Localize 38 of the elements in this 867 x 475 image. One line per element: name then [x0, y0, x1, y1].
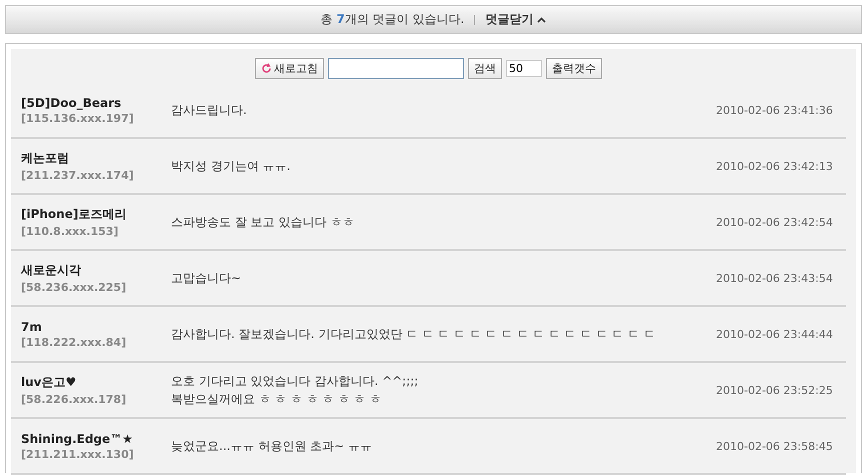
close-comments-button[interactable]: 덧글닫기 — [485, 11, 546, 28]
comment-time: 2010-02-06 23:44:44 — [716, 328, 834, 340]
comment-ip: [211.211.xxx.130] — [21, 448, 135, 460]
comment-author: 케논포럼 — [21, 150, 70, 167]
comment-text: 오호 기다리고 있었습니다 감사합니다. ^^;;;; — [171, 372, 420, 390]
page-size-button[interactable]: 출력갯수 — [546, 58, 602, 79]
comment-text: 늦었군요...ㅠㅠ 허용인원 초과~ ㅠㅠ — [171, 438, 373, 454]
comment-ip: [110.8.xxx.153] — [21, 225, 120, 238]
comment-ip: [58.226.xxx.178] — [21, 393, 128, 406]
caret-icon — [537, 16, 546, 22]
comment-time: 2010-02-06 23:43:54 — [716, 272, 834, 284]
comment-text: 스파방송도 잘 보고 있습니다 ㅎㅎ — [171, 214, 356, 230]
comment-time: 2010-02-06 23:58:45 — [716, 440, 834, 452]
search-field[interactable] — [328, 58, 464, 79]
comment-author: [iPhone]로즈메리 — [21, 206, 128, 223]
comment-ip: [211.237.xxx.174] — [21, 169, 135, 182]
comment-text: 박지성 경기는여 ㅠㅠ. — [171, 158, 292, 174]
comment-author: Shining.Edge™★ — [21, 432, 134, 446]
comment-text: 감사드립니다. — [171, 102, 248, 118]
comment-ip: [118.222.xxx.84] — [21, 336, 128, 348]
refresh-icon — [261, 63, 272, 74]
comment-time: 2010-02-06 23:41:36 — [716, 104, 834, 116]
comment-author: 7m — [21, 320, 43, 334]
search-button[interactable]: 검색 — [468, 58, 502, 79]
refresh-button[interactable]: 새로고침 — [255, 58, 324, 79]
comment-time: 2010-02-06 23:52:25 — [716, 384, 834, 396]
page-size-field[interactable]: 50 — [506, 60, 542, 77]
comment-author: luv은고♥ — [21, 374, 78, 391]
comment-text: 고맙습니다~ — [171, 270, 242, 286]
comment-author: 새로운시각 — [21, 262, 82, 279]
comment-author: [5D]Doo_Bears — [21, 96, 122, 110]
comment-time: 2010-02-06 23:42:54 — [716, 216, 834, 228]
comment-text: 복받으실꺼에요 ㅎ ㅎ ㅎ ㅎ ㅎ ㅎ ㅎ ㅎ — [171, 390, 383, 408]
comment-time: 2010-02-06 23:42:13 — [716, 160, 834, 172]
comment-text: 감사합니다. 잘보겠습니다. 기다리고있었단 ㄷ ㄷ ㄷ ㄷ ㄷ ㄷ ㄷ ㄷ ㄷ ㄷ ㄷ ㄷ ㄷ ㄷ ㄷ ㄷ — [171, 326, 656, 342]
comment-ip: [58.236.xxx.225] — [21, 281, 128, 294]
comment-ip: [115.136.xxx.197] — [21, 112, 135, 124]
comment-count-text: 총 7개의 덧글이 있습니다. — [320, 11, 464, 28]
